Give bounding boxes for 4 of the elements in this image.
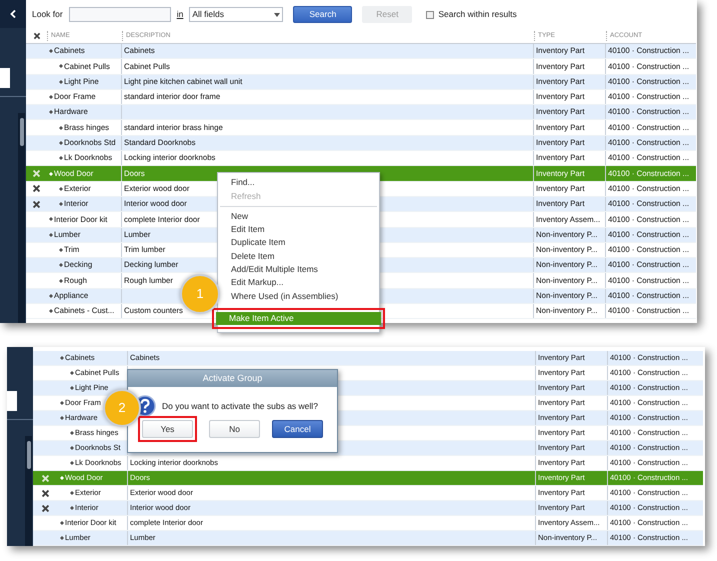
dialog-message: Do you want to activate the subs as well? (162, 400, 318, 412)
checkbox-label: Search within results (438, 8, 517, 21)
look-for-label: Look for (32, 8, 63, 21)
in-label: in (176, 8, 184, 21)
